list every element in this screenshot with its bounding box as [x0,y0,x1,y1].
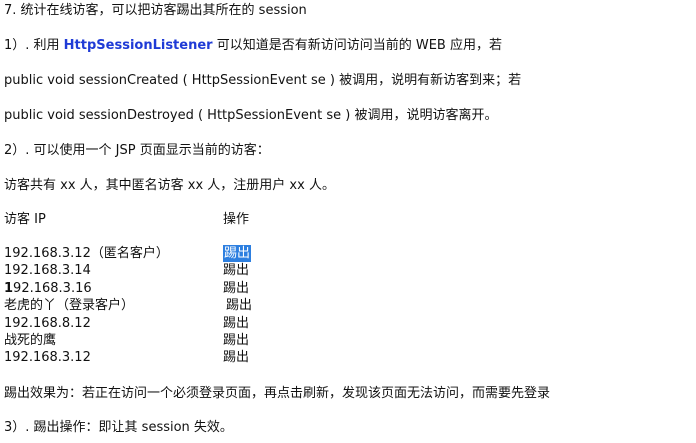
http-session-listener-term: HttpSessionListener [63,38,213,53]
visitor-summary: 访客共有 xx 人，其中匿名访客 xx 人，注册用户 xx 人。 [4,178,335,193]
kick-link[interactable]: 踢出 [223,332,249,349]
point-2: 2）. 可以使用一个 JSP 页面显示当前的访客： [4,143,270,158]
point-1-suffix: 可以知道是否有新访问访问当前的 WEB 应用，若 [212,38,502,53]
visitor-ip: 192.168.3.12（匿名客户） [4,246,169,261]
point-1-prefix: 1）. 利用 [4,38,64,53]
kick-link[interactable]: 踢出 [223,245,252,263]
kick-link[interactable]: 踢出 [223,349,249,366]
point-1: 1）. 利用 HttpSessionListener 可以知道是否有新访问访问当… [4,38,502,54]
table-header: 访客 IP 操作 [4,212,264,228]
kick-link[interactable]: 踢出 [226,297,252,314]
point-3: 3）. 踢出操作：即让其 session 失效。 [4,420,233,435]
session-destroyed-line: public void sessionDestroyed ( HttpSessi… [4,108,498,123]
header-action: 操作 [223,212,250,227]
session-created-line: public void sessionCreated ( HttpSession… [4,73,522,88]
visitor-ip: 老虎的丫（登录客户） [4,298,135,314]
visitor-ip: 192.168.3.14 [4,263,91,279]
visitor-ip: 192.168.3.16 [4,280,92,296]
kick-effect-note: 踢出效果为：若正在访问一个必须登录页面，再点击刷新，发现该页面无法访问，而需要先… [4,386,551,401]
section-title: 7. 统计在线访客，可以把访客踢出其所在的 session [4,3,307,18]
kick-link[interactable]: 踢出 [223,280,249,297]
header-visitor-ip: 访客 IP [4,212,46,227]
visitor-ip: 192.168.3.12 [4,350,91,366]
visitor-ip: 战死的鹰 [4,332,57,348]
document-page: 7. 统计在线访客，可以把访客踢出其所在的 session 1）. 利用 Htt… [0,0,696,443]
visitor-ip: 192.168.8.12 [4,315,91,331]
kick-link[interactable]: 踢出 [223,315,249,332]
kick-link[interactable]: 踢出 [223,262,249,279]
